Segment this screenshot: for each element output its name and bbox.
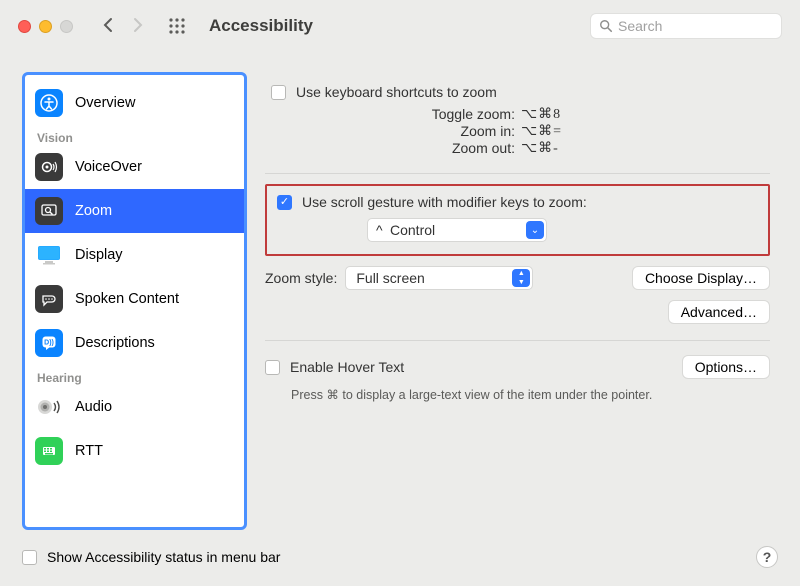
sidebar-item-spoken-content[interactable]: Spoken Content	[25, 277, 244, 321]
accessibility-icon	[35, 89, 63, 117]
hover-help-text: Press ⌘ to display a large-text view of …	[291, 387, 770, 402]
choose-display-button[interactable]: Choose Display…	[632, 266, 770, 290]
zoom-icon	[35, 197, 63, 225]
zoom-out-keys: ⌥⌘-	[521, 140, 559, 157]
sidebar-item-display[interactable]: Display	[25, 233, 244, 277]
zoom-in-keys: ⌥⌘=	[521, 123, 562, 140]
minimize-window-button[interactable]	[39, 20, 52, 33]
search-icon	[599, 19, 613, 33]
sidebar-item-label: Spoken Content	[75, 291, 179, 307]
status-menubar-label: Show Accessibility status in menu bar	[47, 549, 280, 565]
forward-button[interactable]	[133, 17, 145, 35]
window-controls	[18, 20, 73, 33]
main-panel: Use keyboard shortcuts to zoom Toggle zo…	[265, 72, 778, 530]
keyboard-shortcuts-checkbox[interactable]	[271, 85, 286, 100]
body: Overview Vision VoiceOver Zoom Display S…	[0, 52, 800, 536]
keyboard-shortcuts-row: Use keyboard shortcuts to zoom	[271, 84, 764, 100]
help-button[interactable]: ?	[756, 546, 778, 568]
sidebar-item-label: Descriptions	[75, 335, 155, 351]
sidebar-item-overview[interactable]: Overview	[25, 81, 244, 125]
hover-options-button[interactable]: Options…	[682, 355, 770, 379]
sidebar-item-label: Display	[75, 247, 123, 263]
keyboard-shortcuts-section: Use keyboard shortcuts to zoom Toggle zo…	[265, 74, 770, 174]
search-input[interactable]	[618, 18, 773, 34]
hover-text-label: Enable Hover Text	[290, 359, 404, 375]
toggle-zoom-label: Toggle zoom:	[271, 106, 521, 123]
window: Accessibility Overview Vision VoiceOver …	[0, 0, 800, 586]
close-window-button[interactable]	[18, 20, 31, 33]
stepper-icon: ▲▼	[512, 269, 530, 287]
zoom-style-value: Full screen	[356, 270, 424, 286]
sidebar-item-label: Audio	[75, 399, 112, 415]
show-all-prefs-button[interactable]	[169, 18, 185, 34]
sidebar-item-descriptions[interactable]: D)) Descriptions	[25, 321, 244, 365]
svg-text:D)): D))	[44, 340, 54, 347]
nav-buttons	[103, 17, 145, 35]
audio-icon	[35, 393, 63, 421]
display-icon	[35, 241, 63, 269]
modifier-key-select[interactable]: ^ Control ⌄	[367, 218, 547, 242]
modifier-symbol: ^	[376, 222, 383, 238]
sidebar: Overview Vision VoiceOver Zoom Display S…	[22, 72, 247, 530]
modifier-value: Control	[390, 222, 435, 238]
hover-text-checkbox[interactable]	[265, 360, 280, 375]
zoom-style-label: Zoom style:	[265, 270, 337, 286]
keyboard-shortcuts-label: Use keyboard shortcuts to zoom	[296, 84, 497, 100]
zoom-window-button[interactable]	[60, 20, 73, 33]
sidebar-item-zoom[interactable]: Zoom	[25, 189, 244, 233]
toggle-zoom-keys: ⌥⌘8	[521, 106, 561, 123]
divider	[265, 340, 770, 341]
zoom-style-select[interactable]: Full screen ▲▼	[345, 266, 533, 290]
advanced-button[interactable]: Advanced…	[668, 300, 770, 324]
rtt-icon	[35, 437, 63, 465]
sidebar-item-rtt[interactable]: RTT	[25, 429, 244, 473]
search-field[interactable]	[590, 13, 782, 39]
scroll-gesture-section: ✓ Use scroll gesture with modifier keys …	[265, 184, 770, 256]
footer: Show Accessibility status in menu bar ?	[0, 536, 800, 586]
scroll-gesture-label: Use scroll gesture with modifier keys to…	[302, 194, 587, 210]
sidebar-item-label: Overview	[75, 95, 135, 111]
sidebar-item-voiceover[interactable]: VoiceOver	[25, 145, 244, 189]
hover-text-section: Enable Hover Text Options…	[265, 355, 770, 379]
status-menubar-checkbox[interactable]	[22, 550, 37, 565]
sidebar-item-label: VoiceOver	[75, 159, 142, 175]
titlebar: Accessibility	[0, 0, 800, 52]
zoom-style-row: Zoom style: Full screen ▲▼ Choose Displa…	[265, 266, 770, 290]
sidebar-item-label: RTT	[75, 443, 103, 459]
sidebar-section-hearing: Hearing	[25, 365, 244, 385]
back-button[interactable]	[103, 17, 115, 35]
sidebar-item-label: Zoom	[75, 203, 112, 219]
voiceover-icon	[35, 153, 63, 181]
descriptions-icon: D))	[35, 329, 63, 357]
spoken-content-icon	[35, 285, 63, 313]
zoom-out-label: Zoom out:	[271, 140, 521, 157]
sidebar-item-audio[interactable]: Audio	[25, 385, 244, 429]
chevron-down-icon: ⌄	[526, 221, 544, 239]
scroll-gesture-checkbox[interactable]: ✓	[277, 195, 292, 210]
sidebar-section-vision: Vision	[25, 125, 244, 145]
zoom-in-label: Zoom in:	[271, 123, 521, 140]
shortcuts-list: Toggle zoom:⌥⌘8 Zoom in:⌥⌘= Zoom out:⌥⌘-	[271, 106, 764, 157]
page-title: Accessibility	[209, 16, 313, 36]
